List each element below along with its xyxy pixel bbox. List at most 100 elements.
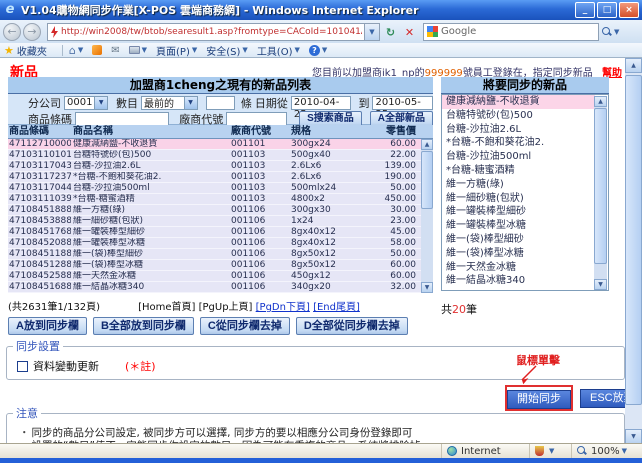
scroll-up-icon[interactable]: ▲ — [594, 96, 607, 107]
list-item[interactable]: 維一方糖(綠) — [442, 178, 595, 192]
table-cell: 2.6Lx6 — [289, 161, 347, 171]
list-item[interactable]: *台糖-糖蜜酒精 — [442, 164, 595, 178]
home-page-link[interactable]: [Home首頁] — [138, 302, 195, 313]
table-cell: 001106 — [229, 282, 289, 292]
search-input[interactable]: Google — [423, 23, 599, 41]
table-row[interactable]: 4710311704417台糖-沙拉油500ml001103500mlx2450… — [8, 183, 421, 194]
browser-scrollbar[interactable]: ▲ ▼ — [625, 58, 642, 443]
table-cell: 4710845168884 — [8, 282, 71, 292]
minimize-button[interactable]: _ — [575, 2, 595, 18]
table-cell: 4710311010105 — [8, 150, 71, 160]
table-row[interactable]: 4710311103913*台糖-糖蜜酒精0011034800x2450.00 — [8, 194, 421, 205]
barcode-input[interactable] — [75, 112, 169, 126]
list-item[interactable]: 維一(袋)棒型冰糖 — [442, 247, 595, 261]
table-row[interactable]: 4710311010105台糖特號砂(包)500001103500gx4022.… — [8, 150, 421, 161]
table-cell: 4711271000090 — [8, 139, 71, 149]
count-select[interactable]: 最前的▼ — [141, 96, 198, 110]
table-row[interactable]: 4710845388886維一細砂糖(包狀)0011061x2423.00 — [8, 216, 421, 227]
favorites-button[interactable]: ★ 收藏夾 — [4, 43, 47, 58]
table-cell: 50.00 — [347, 183, 419, 193]
maximize-button[interactable]: □ — [597, 2, 617, 18]
table-row[interactable]: 4710845128888維一(袋)棒型冰糖0011068gx50x1260.0… — [8, 260, 421, 271]
scroll-down-icon[interactable]: ▼ — [421, 282, 433, 293]
count-label: 數目 — [116, 95, 138, 111]
table-cell: 2.6Lx6 — [289, 172, 347, 182]
table-row[interactable]: 4710311704318台糖-沙拉油2.6L0011032.6Lx6139.0… — [8, 161, 421, 172]
remove-all-from-sync-button[interactable]: D全部從同步欄去掉 — [296, 317, 408, 335]
home-button[interactable]: ⌂▼ — [69, 44, 83, 57]
date-from-label: 日期從 — [255, 95, 288, 111]
table-scrollbar[interactable]: ▲ ▼ — [421, 139, 433, 293]
list-item[interactable]: 台糖特號砂(包)500 — [442, 109, 595, 123]
end-page-link[interactable]: [End尾頁] — [313, 302, 360, 313]
table-cell: 4710311103913 — [8, 194, 71, 204]
branch-select[interactable]: 0001▼ — [64, 96, 108, 110]
table-row[interactable]: 4710845176883維一罐裝棒型細砂0011068gx40x1245.00 — [8, 227, 421, 238]
pgup-link[interactable]: [PgUp上頁] — [199, 302, 253, 313]
table-row[interactable]: 4710845168884維一結晶冰糖340001106340gx2032.00 — [8, 282, 421, 293]
scrollbar-thumb[interactable] — [625, 75, 642, 405]
menu-page[interactable]: 頁面(P)▼ — [156, 43, 197, 58]
pagination: (共2631筆1/132頁)[Home首頁] [PgUp上頁] [PgDn下頁]… — [8, 298, 438, 313]
list-item[interactable]: *台糖-不飽和葵花油2. — [442, 136, 595, 150]
close-button[interactable]: × — [619, 2, 639, 18]
search-button[interactable]: ▼ — [602, 27, 619, 37]
table-row[interactable]: 4710311723715*台糖-不飽和葵花油2.0011032.6Lx6190… — [8, 172, 421, 183]
refresh-icon[interactable]: ↻ — [382, 23, 399, 41]
list-item[interactable]: 維一(袋)棒型細砂 — [442, 233, 595, 247]
data-update-checkbox[interactable] — [17, 361, 28, 372]
table-cell: 001103 — [229, 172, 289, 182]
count-input[interactable] — [206, 96, 235, 110]
address-bar[interactable]: http://win2008/tw/btob/searesult1.asp?fr… — [47, 23, 365, 41]
date-from-input[interactable]: 2010-04-25 — [291, 96, 352, 110]
list-scrollbar[interactable]: ▲ ▼ — [594, 96, 607, 290]
scroll-up-icon[interactable]: ▲ — [421, 139, 433, 150]
table-row[interactable]: 4710845258882維一天然金冰糖001106450gx1260.00 — [8, 271, 421, 282]
table-row[interactable]: 4710845118889維一(袋)棒型細砂0011068gx50x1250.0… — [8, 249, 421, 260]
list-item[interactable]: 維一罐裝棒型冰糖 — [442, 219, 595, 233]
table-row[interactable]: 4710845208887維一罐裝棒型冰糖0011068gx40x1258.00 — [8, 238, 421, 249]
scroll-down-icon[interactable]: ▼ — [594, 279, 607, 290]
zone-label: Internet — [461, 446, 501, 457]
table-row[interactable]: 4711271000090健康減納鹽-不收退貨001101300gx2460.0… — [8, 139, 421, 150]
sync-listbox[interactable]: 健康減納鹽-不收退貨台糖特號砂(包)500台糖-沙拉油2.6L*台糖-不飽和葵花… — [441, 94, 609, 291]
feed-button[interactable] — [92, 45, 102, 55]
menu-tools[interactable]: 工具(O)▼ — [257, 43, 300, 58]
table-cell: 台糖特號砂(包)500 — [71, 150, 229, 160]
google-icon — [427, 26, 438, 37]
print-button[interactable]: ▼ — [129, 46, 147, 54]
back-button[interactable]: ← — [3, 23, 21, 41]
stop-icon[interactable]: ✕ — [401, 23, 418, 41]
list-item[interactable]: 維一結晶冰糖340 — [442, 274, 595, 288]
table-cell: 4710845388886 — [8, 216, 71, 226]
table-cell: 30.00 — [347, 205, 419, 215]
list-item[interactable]: 維一天然金冰糖 — [442, 261, 595, 275]
table-row[interactable]: 4710845188882維一方糖(綠)001106300gx3030.00 — [8, 205, 421, 216]
search-options-caret-icon[interactable]: ▼ — [614, 28, 619, 36]
list-item[interactable]: 維一細砂糖(包狀) — [442, 192, 595, 206]
date-to-input[interactable]: 2010-05-25 — [372, 96, 433, 110]
scroll-up-icon[interactable]: ▲ — [625, 58, 642, 73]
list-item[interactable]: 台糖-沙拉油500ml — [442, 150, 595, 164]
scrollbar-thumb[interactable] — [594, 108, 607, 264]
add-to-sync-button[interactable]: A放到同步欄 — [8, 317, 87, 335]
help-button[interactable]: ?▼ — [309, 45, 327, 56]
table-cell: 維一(袋)棒型細砂 — [71, 249, 229, 259]
scrollbar-thumb[interactable] — [421, 151, 433, 209]
table-cell: 50.00 — [347, 249, 419, 259]
internet-zone: Internet — [442, 444, 530, 458]
zoom-control[interactable]: 100% ▼ — [572, 444, 642, 458]
remove-from-sync-button[interactable]: C從同步欄去掉 — [200, 317, 290, 335]
scroll-down-icon[interactable]: ▼ — [625, 429, 642, 443]
list-item[interactable]: 維一罐裝棒型細砂 — [442, 205, 595, 219]
address-dropdown-icon[interactable]: ▼ — [365, 23, 380, 41]
protected-mode-indicator[interactable]: ▼ — [530, 444, 572, 458]
pgdn-link[interactable]: [PgDn下頁] — [256, 302, 310, 313]
menu-security[interactable]: 安全(S)▼ — [206, 43, 248, 58]
vendor-input[interactable] — [226, 112, 287, 126]
list-item[interactable]: 台糖-沙拉油2.6L — [442, 123, 595, 137]
mail-button[interactable]: ✉ — [111, 45, 119, 56]
forward-button[interactable]: → — [23, 23, 41, 41]
add-all-to-sync-button[interactable]: B全部放到同步欄 — [93, 317, 194, 335]
list-item[interactable]: 健康減納鹽-不收退貨 — [442, 95, 595, 109]
